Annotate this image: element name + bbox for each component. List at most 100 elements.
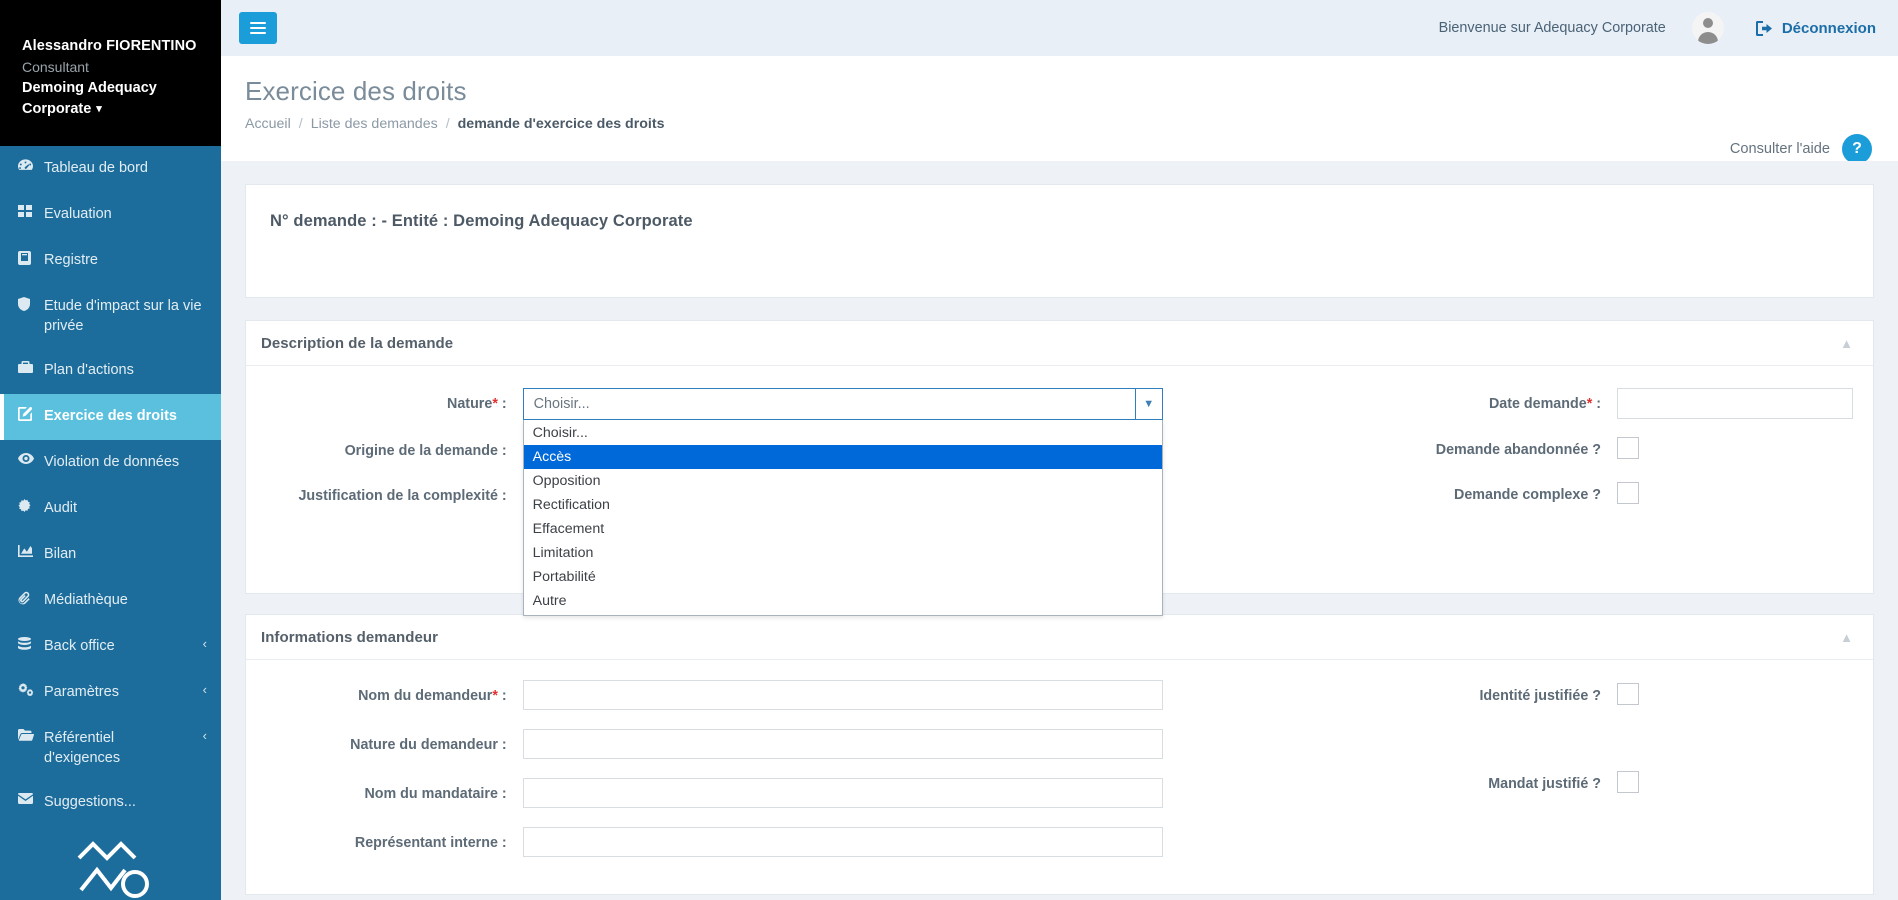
sidebar-item-violation-de-donn-es[interactable]: Violation de données [0, 440, 221, 486]
sidebar-item-registre[interactable]: Registre [0, 238, 221, 284]
chevron-down-icon[interactable]: ▾ [96, 102, 102, 118]
representant-interne-input[interactable] [522, 827, 1163, 857]
sidebar-item-m-diath-que[interactable]: Médiathèque [0, 578, 221, 624]
logout-icon [1755, 20, 1773, 36]
nature-select-menu[interactable]: Choisir... Accès Opposition Rectification Ef… [522, 420, 1163, 616]
field-demande-complexe: Demande complexe ? [1175, 479, 1853, 509]
demande-complexe-checkbox[interactable] [1617, 482, 1639, 504]
chevron-left-icon[interactable]: ‹ [193, 682, 207, 699]
user-name: Alessandro FIORENTINO [22, 38, 197, 54]
field-representant-interne-label: Représentant interne : [354, 835, 507, 851]
nature-option[interactable]: Effacement [524, 517, 1162, 541]
demande-abandonnee-checkbox[interactable] [1617, 437, 1639, 459]
shield-icon [18, 296, 44, 311]
sidebar-item-label: Plan d'actions [44, 362, 134, 378]
sidebar-item-tableau-de-bord[interactable]: Tableau de bord [0, 146, 221, 192]
sidebar-item-label: Violation de données [44, 454, 180, 470]
field-nature-control: Choisir... ▼ Choisir... Accès Opposition Re… [522, 388, 1163, 616]
panel-header[interactable]: Informations demandeur ▲ [246, 615, 1873, 660]
sidebar-item-suggestions[interactable]: Suggestions... [0, 780, 221, 826]
sidebar-user-block[interactable]: Alessandro FIORENTINO Consultant Demoing… [0, 0, 221, 146]
date-demande-input[interactable] [1617, 388, 1853, 419]
nature-option[interactable]: Autre [524, 589, 1162, 613]
field-nature-label: Nature* : [266, 388, 523, 414]
nature-demandeur-input[interactable] [522, 729, 1163, 759]
sidebar-item-param-tres[interactable]: Paramètres ‹ [0, 670, 221, 716]
field-nom-mandataire: Nom du mandataire : [266, 778, 1163, 808]
mandat-justifie-checkbox[interactable] [1617, 771, 1639, 793]
avatar[interactable] [1691, 12, 1724, 44]
sidebar-item-label: Paramètres [44, 684, 119, 700]
sidebar-item-label: Back office [44, 638, 115, 654]
field-demande-abandonnee: Demande abandonnée ? [1175, 434, 1853, 464]
nature-option[interactable]: Portabilité [524, 565, 1162, 589]
field-nom-mandataire-control [522, 778, 1163, 808]
nature-option[interactable]: Opposition [524, 469, 1162, 493]
eye-icon [18, 452, 44, 464]
nom-mandataire-input[interactable] [522, 778, 1163, 808]
nature-option[interactable]: Choisir... [524, 421, 1162, 445]
sidebar-item-audit[interactable]: Audit [0, 486, 221, 532]
logout-button[interactable]: Déconnexion [1755, 19, 1876, 37]
user-organisation[interactable]: Demoing Adequacy Corporate ▾ [22, 78, 199, 120]
identite-justifiee-checkbox[interactable] [1617, 683, 1639, 705]
nature-select[interactable]: Choisir... ▼ Choisir... Accès Opposition Re… [522, 388, 1163, 616]
help-label: Consulter l'aide [1729, 141, 1830, 157]
label-suffix: : [497, 396, 507, 412]
sidebar-item-label: Tableau de bord [44, 160, 148, 176]
sidebar-item-back-office[interactable]: Back office ‹ [0, 624, 221, 670]
breadcrumb-home[interactable]: Accueil [245, 116, 291, 132]
sidebar-item-label: Exercice des droits [44, 408, 177, 424]
sidebar-item-evaluation[interactable]: Evaluation [0, 192, 221, 238]
chevron-up-icon[interactable]: ▲ [1840, 631, 1853, 644]
nature-option[interactable]: Accès [523, 445, 1162, 469]
field-identite-justifiee: Identité justifiée ? [1175, 680, 1853, 710]
edit-icon [18, 406, 44, 421]
question-mark-icon[interactable]: ? [1842, 134, 1872, 164]
sidebar-item-exercice-des-droits[interactable]: Exercice des droits [0, 394, 221, 440]
panel-description-demande: Description de la demande ▲ Nature* : Ch… [245, 320, 1874, 616]
sidebar-item-etude-d-impact-sur-la-vie-priv-e[interactable]: Etude d'impact sur la vie privée [0, 284, 221, 348]
folder-open-icon [18, 728, 44, 741]
field-demande-complexe-label: Demande complexe ? [1454, 487, 1601, 503]
nature-select-value: Choisir... [533, 396, 590, 412]
chevron-left-icon[interactable]: ‹ [193, 728, 207, 745]
field-justification-label: Justification de la complexité : [298, 488, 507, 504]
nature-select-box[interactable]: Choisir... ▼ [522, 388, 1163, 420]
logout-label: Déconnexion [1781, 19, 1876, 37]
breadcrumb-separator: / [445, 116, 450, 132]
panel-title: Informations demandeur [261, 629, 438, 646]
chevron-down-icon[interactable]: ▼ [1134, 389, 1162, 419]
breadcrumb-list[interactable]: Liste des demandes [311, 116, 438, 132]
welcome-message: Bienvenue sur Adequacy Corporate [1438, 20, 1666, 36]
panel-header[interactable]: Description de la demande ▲ [246, 321, 1873, 366]
nature-option[interactable]: Rectification [524, 493, 1162, 517]
field-demande-abandonnee-label: Demande abandonnée ? [1435, 442, 1601, 458]
sidebar-item-plan-d-actions[interactable]: Plan d'actions [0, 348, 221, 394]
panel-informations-demandeur: Informations demandeur ▲ Nom du demandeu… [245, 614, 1874, 895]
envelope-icon [18, 792, 44, 804]
gear-icon [18, 498, 44, 512]
chevron-left-icon[interactable]: ‹ [193, 636, 207, 653]
breadcrumb: Accueil / Liste des demandes / demande d… [245, 116, 1876, 132]
nom-demandeur-input[interactable] [522, 680, 1163, 710]
field-demande-complexe-control [1617, 479, 1853, 509]
help-link[interactable]: Consulter l'aide ? [1730, 134, 1872, 164]
breadcrumb-separator: / [298, 116, 303, 132]
nature-option[interactable]: Limitation [524, 541, 1162, 565]
field-demande-abandonnee-control [1617, 434, 1853, 464]
field-date-demande-control [1617, 388, 1853, 419]
sidebar-item-r-f-rentiel-d-exigences[interactable]: Référentiel d'exigences ‹ [0, 716, 221, 780]
sidebar-nav: Tableau de bord Evaluation Registre Etude d… [0, 146, 221, 826]
user-organisation-label: Demoing Adequacy Corporate [22, 80, 157, 118]
hamburger-icon[interactable] [239, 12, 277, 44]
chevron-up-icon[interactable]: ▲ [1840, 337, 1853, 350]
form-grid: Nature* : Choisir... ▼ Choisir... Accès Op… [266, 388, 1853, 616]
paperclip-icon [18, 590, 44, 605]
field-nom-demandeur-control [522, 680, 1163, 710]
main-content: N° demande : - Entité : Demoing Adequacy… [221, 161, 1898, 900]
field-date-demande: Date demande* : [1175, 388, 1853, 419]
top-bar: Bienvenue sur Adequacy Corporate Déconne… [221, 0, 1898, 56]
field-nom-mandataire-label: Nom du mandataire : [364, 786, 507, 802]
sidebar-item-bilan[interactable]: Bilan [0, 532, 221, 578]
